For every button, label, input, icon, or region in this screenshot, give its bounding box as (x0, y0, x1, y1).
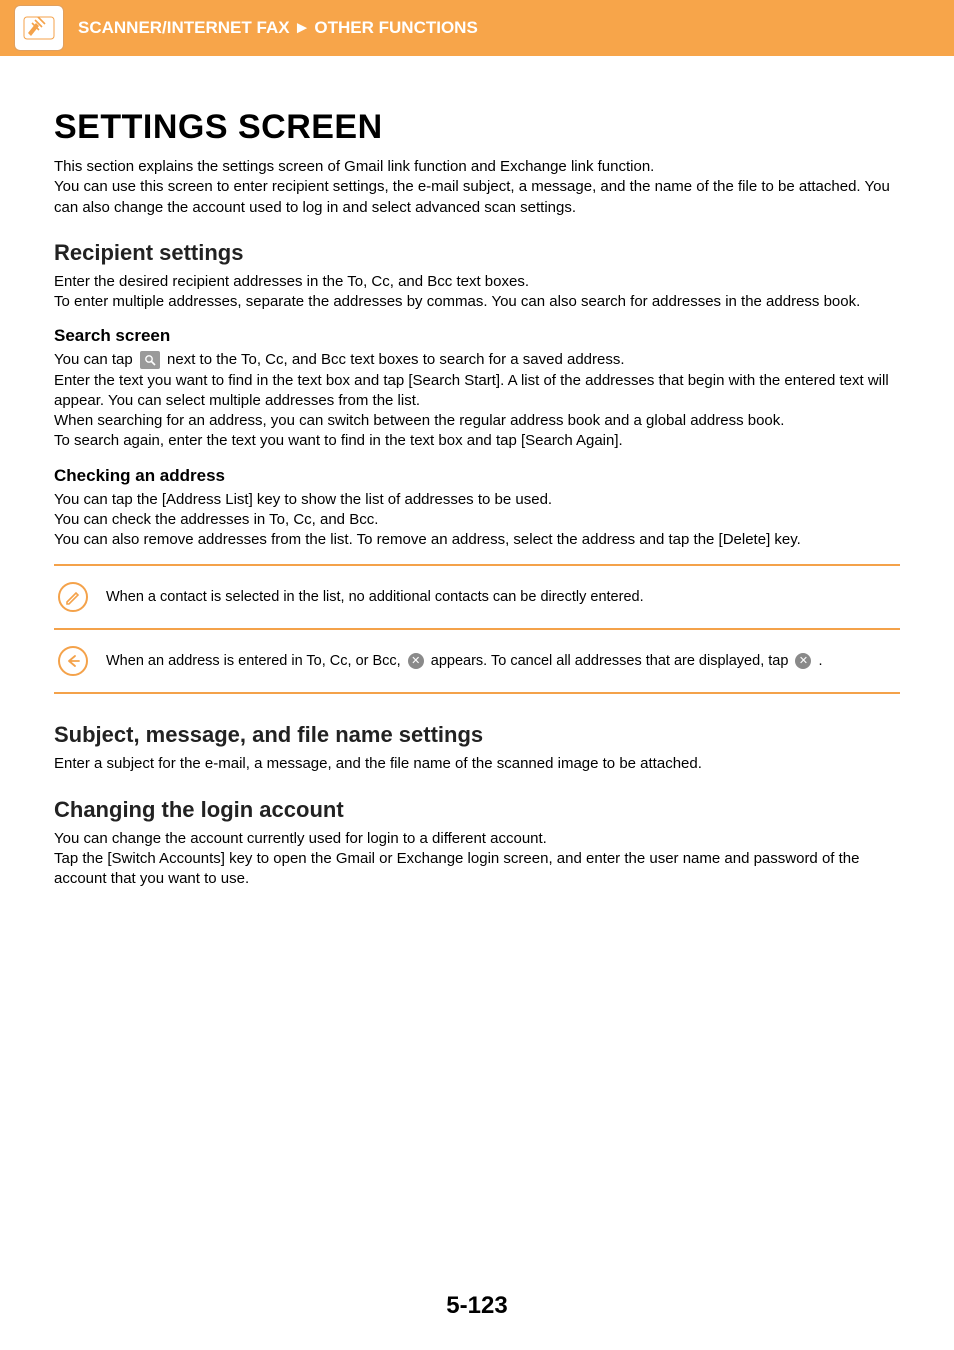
checking-line1: You can tap the [Address List] key to sh… (54, 490, 900, 510)
note-back-icon (58, 646, 88, 676)
changing-login-heading: Changing the login account (54, 797, 900, 823)
login-p1: You can change the account currently use… (54, 829, 900, 849)
page-title: SETTINGS SCREEN (54, 108, 900, 147)
intro-paragraph-2: You can use this screen to enter recipie… (54, 177, 900, 218)
search-line2: Enter the text you want to find in the t… (54, 371, 900, 412)
notes-group: When a contact is selected in the list, … (54, 564, 900, 694)
breadcrumb-part-1[interactable]: SCANNER/INTERNET FAX (78, 18, 290, 38)
subject-settings-heading: Subject, message, and file name settings (54, 722, 900, 748)
breadcrumb-separator-icon: ► (294, 18, 311, 38)
note2b: appears. To cancel all addresses that ar… (431, 653, 793, 669)
breadcrumb-part-2[interactable]: OTHER FUNCTIONS (314, 18, 477, 38)
page-content: SETTINGS SCREEN This section explains th… (0, 56, 954, 889)
note2a: When an address is entered in To, Cc, or… (106, 653, 405, 669)
login-p2: Tap the [Switch Accounts] key to open th… (54, 849, 900, 890)
magnifier-icon (140, 351, 160, 369)
close-circle-icon-2: ✕ (795, 653, 811, 669)
scanner-app-icon (14, 5, 64, 51)
page-number: 5-123 (0, 1292, 954, 1320)
recipient-settings-heading: Recipient settings (54, 240, 900, 266)
checking-address-heading: Checking an address (54, 466, 900, 486)
note2c: . (818, 653, 822, 669)
search-line4: To search again, enter the text you want… (54, 431, 900, 451)
checking-line3: You can also remove addresses from the l… (54, 530, 900, 550)
header-bar: SCANNER/INTERNET FAX ► OTHER FUNCTIONS (0, 0, 954, 56)
search-line1: You can tap next to the To, Cc, and Bcc … (54, 350, 900, 370)
subject-body: Enter a subject for the e-mail, a messag… (54, 754, 900, 774)
intro-paragraph-1: This section explains the settings scree… (54, 157, 900, 177)
close-circle-icon: ✕ (408, 653, 424, 669)
note-block-1: When a contact is selected in the list, … (54, 564, 900, 630)
recipient-p2: To enter multiple addresses, separate th… (54, 292, 900, 312)
recipient-p1: Enter the desired recipient addresses in… (54, 272, 900, 292)
note2-text: When an address is entered in To, Cc, or… (106, 651, 823, 671)
checking-line2: You can check the addresses in To, Cc, a… (54, 510, 900, 530)
search-line3: When searching for an address, you can s… (54, 411, 900, 431)
note1-text: When a contact is selected in the list, … (106, 587, 644, 607)
search-screen-heading: Search screen (54, 326, 900, 346)
search-line1b: next to the To, Cc, and Bcc text boxes t… (167, 351, 624, 368)
note-pencil-icon (58, 582, 88, 612)
note-block-2: When an address is entered in To, Cc, or… (54, 630, 900, 694)
pencil-pad-icon (22, 13, 56, 43)
search-line1a: You can tap (54, 351, 137, 368)
